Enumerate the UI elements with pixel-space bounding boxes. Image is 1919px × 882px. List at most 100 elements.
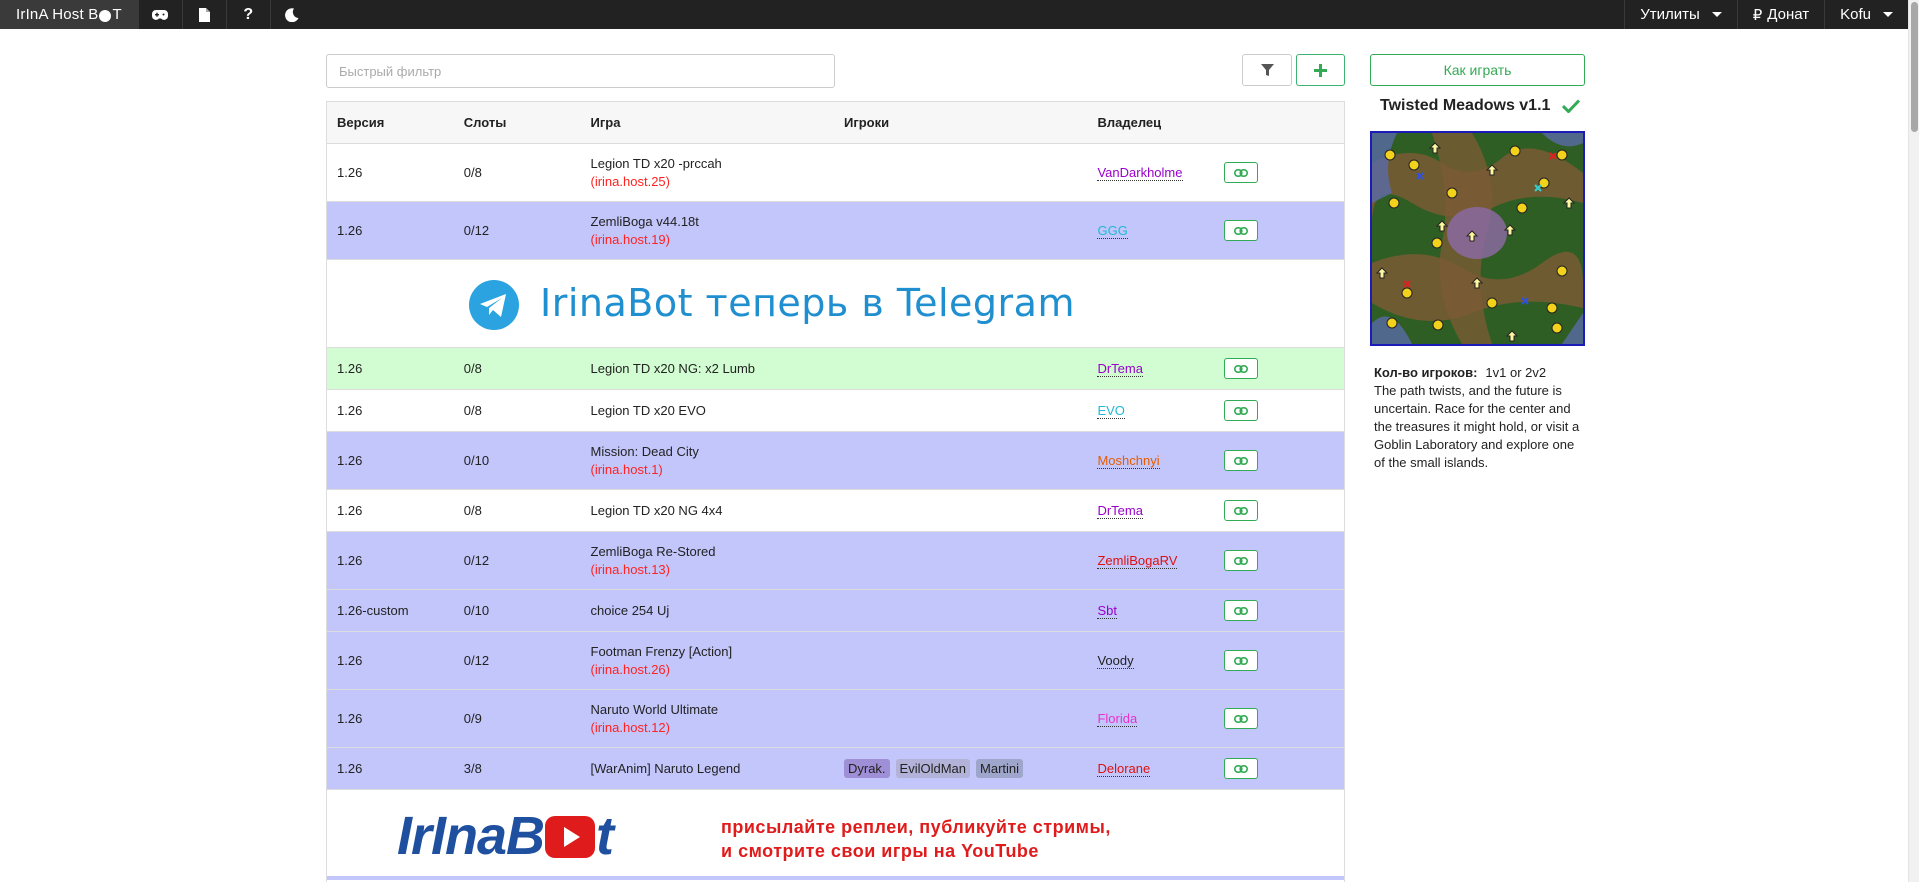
link-icon: [1234, 556, 1249, 565]
table-row[interactable]: 1.26 0/8 Legion TD x20 EVO EVO: [327, 390, 1344, 432]
cell-slots: 0/8: [463, 361, 482, 376]
join-link-button[interactable]: [1224, 550, 1259, 571]
join-link-button[interactable]: [1224, 358, 1259, 379]
cell-version: 1.26: [337, 761, 363, 776]
chevron-down-icon: [1883, 12, 1893, 17]
game-name: Legion TD x20 -prccah: [590, 155, 722, 171]
col-version[interactable]: Версия: [327, 115, 454, 130]
col-players[interactable]: Игроки: [834, 115, 1087, 130]
cell-game: Footman Frenzy [Action] (irina.host.26): [581, 643, 834, 679]
cell-version: 1.26: [337, 223, 363, 238]
link-icon: [1234, 456, 1249, 465]
map-name: Twisted Meadows v1.1: [1380, 97, 1551, 114]
player-tag[interactable]: Dyrak.: [843, 759, 890, 778]
table-row[interactable]: 1.26 0/12 ZemliBoga Re-Stored (irina.host…: [327, 532, 1344, 590]
brand-text-pre: IrInA Host B: [16, 6, 99, 23]
cell-version: 1.26: [337, 503, 363, 518]
cell-owner: Voody: [1087, 653, 1214, 669]
join-link-button[interactable]: [1224, 708, 1259, 729]
how-to-play-button[interactable]: Как играть: [1370, 54, 1585, 86]
link-icon: [1234, 714, 1249, 723]
map-players-line: Кол-во игроков: 1v1 or 2v2: [1374, 364, 1586, 382]
table-row[interactable]: 1.26 0/12 ZemliBoga v44.18t (irina.host.1…: [327, 202, 1344, 260]
checkmark-icon: [1562, 99, 1581, 113]
nav-games[interactable]: [137, 0, 182, 29]
players-count-label: Кол-во игроков:: [1374, 365, 1478, 380]
irinabot-youtube-logo: IrInaB t: [397, 805, 614, 867]
owner-link[interactable]: Florida: [1097, 711, 1138, 727]
table-row[interactable]: 1.26 0/8 Legion TD x20 -prccah (irina.hos…: [327, 144, 1344, 202]
table-row[interactable]: 1.26 3/8 [WarAnim] Naruto Legend Dyrak. …: [327, 748, 1344, 790]
file-icon: [198, 7, 210, 22]
join-link-button[interactable]: [1224, 600, 1259, 621]
owner-link[interactable]: ZemliBogaRV: [1097, 553, 1178, 569]
join-link-button[interactable]: [1224, 220, 1259, 241]
table-row[interactable]: 1.26 0/9 Naruto World Ultimate (irina.hos…: [327, 690, 1344, 748]
join-link-button[interactable]: [1224, 400, 1259, 421]
cell-slots: 0/12: [463, 223, 490, 238]
quick-filter-input[interactable]: [326, 54, 835, 88]
filter-button[interactable]: [1242, 54, 1292, 86]
nav-help[interactable]: ?: [225, 0, 270, 29]
nav-theme-toggle[interactable]: [269, 0, 314, 29]
game-name: Legion TD x20 NG: x2 Lumb: [590, 360, 756, 376]
owner-link[interactable]: Delorane: [1097, 761, 1151, 777]
scrollbar-thumb[interactable]: [1911, 2, 1918, 132]
col-owner[interactable]: Владелец: [1087, 115, 1214, 130]
game-name: Footman Frenzy [Action]: [590, 643, 733, 659]
moon-icon: [285, 7, 299, 22]
player-tag[interactable]: Martini: [976, 759, 1024, 778]
owner-link[interactable]: Sbt: [1097, 603, 1117, 619]
table-row[interactable]: 1.26-custom 0/10 choice 254 Uj Sbt: [327, 590, 1344, 632]
link-icon: [1234, 656, 1249, 665]
utilities-label: Утилиты: [1640, 6, 1700, 23]
game-host: (irina.host.26): [590, 661, 670, 677]
owner-link[interactable]: GGG: [1097, 223, 1128, 239]
table-row[interactable]: 1.26 0/8 Legion TD x20 NG: x2 Lumb DrTem…: [327, 348, 1344, 390]
game-name: [WarAnim] Naruto Legend: [590, 760, 741, 776]
cell-slots: 0/10: [463, 603, 490, 618]
cell-owner: Florida: [1087, 711, 1214, 727]
telegram-banner-text: IrinaBot теперь в Telegram: [540, 281, 1075, 325]
game-name: Naruto World Ultimate: [590, 701, 719, 717]
table-row[interactable]: 1.26 0/10 Mission: Dead City (irina.host.…: [327, 432, 1344, 490]
donate-link[interactable]: ₽ Донат: [1736, 0, 1824, 29]
col-game[interactable]: Игра: [581, 114, 834, 132]
owner-link[interactable]: EVO: [1097, 403, 1125, 419]
owner-link[interactable]: Moshchnyi: [1097, 453, 1160, 469]
nav-docs[interactable]: [181, 0, 226, 29]
top-navbar: IrInA Host B T ? Утилиты ₽ Донат Kofu: [0, 0, 1908, 29]
yt-logo-post: t: [596, 806, 614, 866]
col-slots[interactable]: Слоты: [454, 115, 581, 130]
cell-players: Dyrak. EvilOldMan Martini: [834, 759, 1087, 778]
cell-owner: ZemliBogaRV: [1087, 553, 1214, 569]
cell-game: Naruto World Ultimate (irina.host.12): [581, 701, 834, 737]
user-dropdown[interactable]: Kofu: [1824, 0, 1908, 29]
owner-link[interactable]: DrTema: [1097, 503, 1143, 519]
brand-logo[interactable]: IrInA Host B T: [0, 0, 138, 29]
join-link-button[interactable]: [1224, 162, 1259, 183]
players-count-value: 1v1 or 2v2: [1485, 365, 1547, 380]
table-row[interactable]: 1.26 0/12 Footman Frenzy [Action] (irina.…: [327, 632, 1344, 690]
map-info: Кол-во игроков: 1v1 or 2v2 The path twist…: [1374, 364, 1586, 472]
utilities-dropdown[interactable]: Утилиты: [1624, 0, 1737, 29]
join-link-button[interactable]: [1224, 450, 1259, 471]
page-scrollbar[interactable]: [1908, 0, 1919, 882]
join-link-button[interactable]: [1224, 500, 1259, 521]
link-icon: [1234, 406, 1249, 415]
link-icon: [1234, 364, 1249, 373]
owner-link[interactable]: Voody: [1097, 653, 1134, 669]
owner-link[interactable]: DrTema: [1097, 361, 1143, 377]
telegram-banner[interactable]: IrinaBot теперь в Telegram: [327, 260, 1344, 348]
table-row[interactable]: 1.26 0/8 Legion TD x20 NG 4x4 DrTema: [327, 490, 1344, 532]
player-tag[interactable]: EvilOldMan: [895, 759, 971, 778]
join-link-button[interactable]: [1224, 758, 1259, 779]
table-header: Версия Слоты Игра Игроки Владелец: [327, 102, 1344, 144]
cell-version: 1.26: [337, 361, 363, 376]
cell-game: [WarAnim] Naruto Legend: [581, 760, 834, 778]
add-game-button[interactable]: [1296, 54, 1345, 86]
owner-link[interactable]: VanDarkholme: [1097, 165, 1183, 181]
youtube-banner[interactable]: IrInaB t присылайте реплеи, публикуйте ст…: [327, 790, 1344, 880]
join-link-button[interactable]: [1224, 650, 1259, 671]
game-name: Legion TD x20 EVO: [590, 402, 706, 418]
